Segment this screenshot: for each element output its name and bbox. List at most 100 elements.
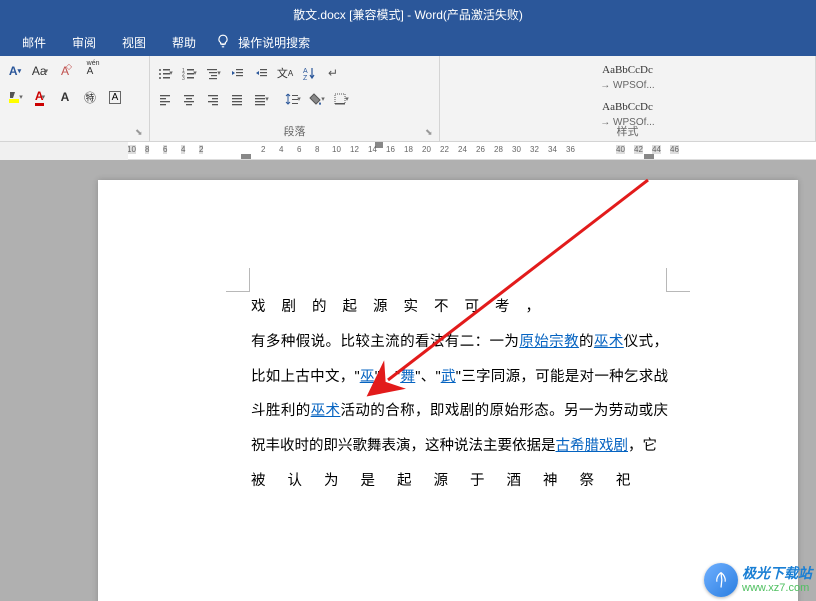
sort-icon[interactable]: AZ (298, 62, 320, 84)
title-bar: 散文.docx [兼容模式] - Word(产品激活失败) (0, 0, 816, 28)
font-color-icon[interactable]: A▾ (29, 86, 51, 108)
text-run: 斗胜利的 (251, 403, 311, 419)
ribbon-group-paragraph: ▾ 123▾ ▾ 文A AZ ↵ ▾ ▾ ▾ ▾ 段落 ⬊ (150, 56, 440, 141)
ruler-number: 36 (566, 145, 575, 154)
borders-icon[interactable]: ▾ (330, 88, 352, 110)
multilevel-list-icon[interactable]: ▾ (202, 62, 224, 84)
align-left-icon[interactable] (154, 88, 176, 110)
ruler-number: 10 (128, 145, 136, 154)
lightbulb-icon (216, 34, 230, 51)
ruler-number: 46 (670, 145, 679, 154)
ruler-number: 2 (199, 145, 203, 154)
ruler-number: 32 (530, 145, 539, 154)
line-spacing-icon[interactable]: ▾ (282, 88, 304, 110)
ruler-number: 22 (440, 145, 449, 154)
ruler-number: 10 (332, 145, 341, 154)
hyperlink[interactable]: 巫术 (594, 334, 624, 350)
ruler-number: 20 (422, 145, 431, 154)
svg-text:Z: Z (303, 75, 308, 80)
style-name-label: → WPSOf... (600, 80, 654, 91)
ruler-number: 6 (163, 145, 167, 154)
ribbon-group-font: A▾ Aa▾ A◇ wénA ▾ A▾ A ㊕ A ⬊ (0, 56, 150, 141)
character-shading-icon[interactable]: A (54, 86, 76, 108)
ruler-number: 8 (315, 145, 319, 154)
hyperlink[interactable]: 舞 (400, 369, 415, 385)
phonetic-guide-icon[interactable]: wénA (79, 60, 101, 82)
hyperlink[interactable]: 原始宗教 (519, 334, 579, 350)
ribbon-group-styles: AaBbCcDc→ WPSOf...AaBbCcDc→ WPSOf...AaBb… (440, 56, 816, 141)
ruler-number: 6 (297, 145, 301, 154)
paragraph-group-launcher-icon[interactable]: ⬊ (425, 127, 437, 139)
ruler-number: 34 (548, 145, 557, 154)
ruler-number: 16 (386, 145, 395, 154)
distribute-icon[interactable]: ▾ (250, 88, 272, 110)
menu-bar: 邮件 审阅 视图 帮助 操作说明搜索 (0, 28, 816, 56)
increase-indent-icon[interactable] (250, 62, 272, 84)
bullets-icon[interactable]: ▾ (154, 62, 176, 84)
ruler-number: 42 (634, 145, 643, 154)
decrease-indent-icon[interactable] (226, 62, 248, 84)
text-run: 活动的合称，即戏剧的原始形态。另一为劳动或庆 (340, 403, 668, 419)
hyperlink[interactable]: 武 (441, 369, 456, 385)
font-size-down-icon[interactable]: A▾ (4, 60, 26, 82)
style-preview: AaBbCcDc (602, 101, 653, 113)
watermark-url: www.xz7.com (742, 582, 812, 594)
text-line: 被认为是起源于酒神祭祀 (251, 464, 668, 499)
text-run: 有多种假说。比较主流的看法有二：一为 (251, 334, 519, 350)
window-title: 散文.docx [兼容模式] - Word(产品激活失败) (293, 6, 523, 23)
menu-tell-me[interactable]: 操作说明搜索 (238, 30, 322, 55)
numbering-icon[interactable]: 123▾ (178, 62, 200, 84)
shading-icon[interactable]: ▾ (306, 88, 328, 110)
highlight-icon[interactable]: ▾ (4, 86, 26, 108)
enclose-char-icon[interactable]: ㊕ (79, 86, 101, 108)
menu-help[interactable]: 帮助 (160, 30, 208, 55)
ruler-number: 12 (350, 145, 359, 154)
text-run: 比如上古中文，" (251, 369, 360, 385)
ruler-number: 8 (145, 145, 149, 154)
text-run: "、" (375, 369, 400, 385)
text-direction-icon[interactable]: 文A (274, 62, 296, 84)
ruler-number: 40 (616, 145, 625, 154)
text-run: 祝丰收时的即兴歌舞表演，这种说法主要依据是 (251, 438, 556, 454)
ruler-number: 14 (368, 145, 377, 154)
ruler-number: 44 (652, 145, 661, 154)
text-run: ，它 (628, 438, 657, 454)
text-line: 戏剧的起源实不可考， (251, 290, 668, 325)
font-group-launcher-icon[interactable]: ⬊ (135, 127, 147, 139)
style-preview: AaBbCcDc (602, 64, 653, 76)
style-gallery-item[interactable]: AaBbCcDc → WPSOf... (440, 59, 815, 96)
ribbon: A▾ Aa▾ A◇ wénA ▾ A▾ A ㊕ A ⬊ ▾ 123▾ ▾ 文A … (0, 56, 816, 142)
svg-text:A: A (303, 68, 308, 75)
text-run: "、" (415, 369, 440, 385)
watermark-title: 极光下载站 (742, 566, 812, 581)
ruler-number: 4 (181, 145, 185, 154)
text-run: 仪式， (624, 334, 668, 350)
horizontal-ruler[interactable]: 1086422468101214161820222426283032343640… (128, 142, 816, 160)
hyperlink[interactable]: 古希腊戏剧 (556, 438, 629, 454)
text-run: 的 (579, 334, 594, 350)
ruler-number: 30 (512, 145, 521, 154)
ruler-number: 4 (279, 145, 283, 154)
svg-text:3: 3 (182, 76, 185, 80)
align-center-icon[interactable] (178, 88, 200, 110)
hyperlink[interactable]: 巫术 (311, 403, 341, 419)
justify-icon[interactable] (226, 88, 248, 110)
menu-mail[interactable]: 邮件 (10, 30, 58, 55)
document-body[interactable]: 戏剧的起源实不可考， 有多种假说。比较主流的看法有二：一为原始宗教的巫术仪式， … (251, 290, 668, 499)
text-run: "三字同源，可能是对一种乞求战 (456, 369, 668, 385)
ruler-number: 18 (404, 145, 413, 154)
menu-view[interactable]: 视图 (110, 30, 158, 55)
change-case-icon[interactable]: Aa▾ (29, 60, 51, 82)
hyperlink[interactable]: 巫 (360, 369, 375, 385)
ruler-number: 2 (261, 145, 265, 154)
clear-format-icon[interactable]: A◇ (54, 60, 76, 82)
page[interactable]: 戏剧的起源实不可考， 有多种假说。比较主流的看法有二：一为原始宗教的巫术仪式， … (98, 180, 798, 601)
character-border-icon[interactable]: A (104, 86, 126, 108)
document-canvas[interactable]: 戏剧的起源实不可考， 有多种假说。比较主流的看法有二：一为原始宗教的巫术仪式， … (0, 160, 816, 601)
show-marks-icon[interactable]: ↵ (322, 62, 344, 84)
align-right-icon[interactable] (202, 88, 224, 110)
menu-review[interactable]: 审阅 (60, 30, 108, 55)
margin-corner-tl (226, 268, 250, 292)
paragraph-group-label: 段落 (150, 123, 439, 139)
styles-group-label: 样式 (440, 123, 815, 139)
